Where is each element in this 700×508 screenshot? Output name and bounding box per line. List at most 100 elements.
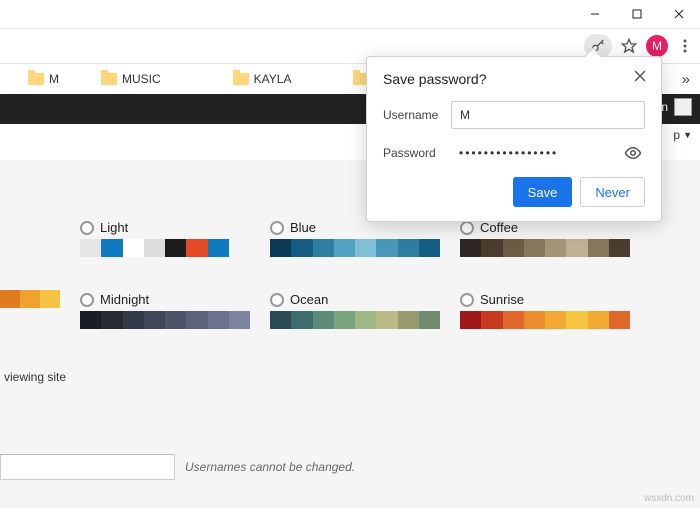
folder-icon [233, 73, 249, 85]
color-swatch [419, 311, 440, 329]
color-swatch [524, 311, 545, 329]
color-swatch [165, 311, 186, 329]
color-swatch [609, 239, 630, 257]
avatar[interactable] [674, 98, 692, 116]
color-swatch [144, 311, 165, 329]
dialog-title: Save password? [383, 71, 645, 87]
color-swatch [40, 290, 60, 308]
color-swatch [229, 311, 250, 329]
color-swatch [398, 311, 419, 329]
radio-icon[interactable] [460, 221, 474, 235]
bookmark-folder[interactable]: MUSIC [101, 72, 161, 86]
color-swatch [588, 239, 609, 257]
radio-icon[interactable] [270, 221, 284, 235]
radio-icon[interactable] [270, 293, 284, 307]
color-swatch [566, 311, 587, 329]
color-swatch [524, 239, 545, 257]
color-swatch [545, 311, 566, 329]
color-swatch [291, 239, 312, 257]
watermark: wsxdn.com [644, 493, 694, 504]
header-sub-label: p [673, 128, 680, 142]
color-swatch [503, 311, 524, 329]
username-input[interactable] [0, 454, 175, 480]
color-swatch [566, 239, 587, 257]
radio-icon[interactable] [80, 293, 94, 307]
bookmarks-overflow-icon[interactable]: » [682, 71, 690, 88]
radio-icon[interactable] [80, 221, 94, 235]
color-swatch [588, 311, 609, 329]
color-swatch [313, 239, 334, 257]
save-password-dialog: Save password? Username Password •••••••… [366, 56, 662, 222]
bookmark-label: M [49, 72, 59, 86]
bookmark-label: MUSIC [122, 72, 161, 86]
password-mask: •••••••••••••••• [459, 146, 623, 160]
theme-option-ocean[interactable]: Ocean [270, 292, 460, 329]
never-button[interactable]: Never [580, 177, 645, 207]
color-swatch [208, 239, 229, 257]
color-swatch [208, 311, 229, 329]
color-swatch [186, 239, 207, 257]
theme-label: Blue [290, 220, 316, 235]
color-swatch [80, 311, 101, 329]
color-swatch [20, 290, 40, 308]
radio-icon[interactable] [460, 293, 474, 307]
close-icon[interactable] [631, 67, 649, 85]
maximize-button[interactable] [616, 0, 658, 28]
color-swatch [101, 311, 122, 329]
dialog-password-display[interactable]: •••••••••••••••• [451, 139, 645, 167]
theme-option-midnight[interactable]: Midnight [80, 292, 270, 329]
folder-icon [28, 73, 44, 85]
kebab-menu-icon[interactable] [676, 37, 694, 55]
minimize-button[interactable] [574, 0, 616, 28]
username-label: Username [383, 108, 451, 122]
save-button[interactable]: Save [513, 177, 573, 207]
theme-label: Sunrise [480, 292, 524, 307]
color-swatch [376, 311, 397, 329]
color-swatch [270, 311, 291, 329]
color-swatch [419, 239, 440, 257]
folder-icon [101, 73, 117, 85]
color-swatch [334, 239, 355, 257]
dialog-username-input[interactable] [451, 101, 645, 129]
color-swatch [0, 290, 20, 308]
color-swatch [545, 239, 566, 257]
color-swatch [186, 311, 207, 329]
color-swatch [270, 239, 291, 257]
theme-option-light[interactable]: Light [80, 220, 270, 257]
color-swatch [165, 239, 186, 257]
bookmark-label: KAYLA [254, 72, 292, 86]
color-swatch [313, 311, 334, 329]
color-swatch [355, 311, 376, 329]
color-swatch [609, 311, 630, 329]
theme-option-coffee[interactable]: Coffee [460, 220, 650, 257]
close-button[interactable] [658, 0, 700, 28]
color-swatch [80, 239, 101, 257]
bookmark-star-icon[interactable] [620, 37, 638, 55]
color-swatch [144, 239, 165, 257]
color-swatch [123, 239, 144, 257]
theme-label: Ocean [290, 292, 328, 307]
bookmark-folder[interactable]: M [28, 72, 59, 86]
theme-option-blue[interactable]: Blue [270, 220, 460, 257]
viewing-site-label: viewing site [4, 370, 66, 384]
eye-icon[interactable] [623, 143, 643, 163]
color-swatch [229, 239, 250, 257]
header-sub[interactable]: p ▼ [673, 124, 692, 146]
color-swatch [460, 239, 481, 257]
color-swatch [101, 239, 122, 257]
profile-avatar[interactable]: M [646, 35, 668, 57]
color-swatch [376, 239, 397, 257]
color-swatch [355, 239, 376, 257]
color-swatch [460, 311, 481, 329]
theme-label: Light [100, 220, 128, 235]
bookmark-folder[interactable]: KAYLA [233, 72, 292, 86]
color-swatch [123, 311, 144, 329]
chevron-down-icon: ▼ [683, 130, 692, 140]
color-swatch [481, 239, 502, 257]
theme-label: Midnight [100, 292, 149, 307]
color-swatch [291, 311, 312, 329]
color-swatch [334, 311, 355, 329]
theme-option-sunrise[interactable]: Sunrise [460, 292, 650, 329]
theme-swatch-partial [0, 290, 60, 308]
color-swatch [481, 311, 502, 329]
